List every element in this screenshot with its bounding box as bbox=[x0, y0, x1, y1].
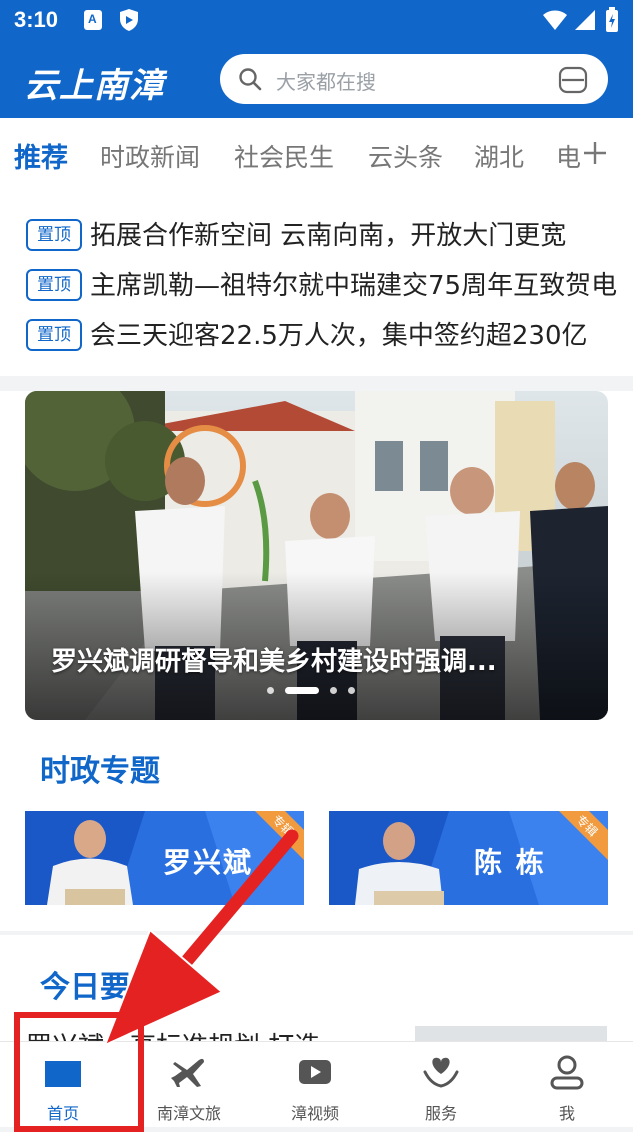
topic-name: 罗兴斌 bbox=[163, 846, 254, 879]
app-notification-icon: A bbox=[84, 10, 102, 30]
section-title-today: 今日要闻 bbox=[40, 970, 160, 1005]
status-time: 3:10 bbox=[14, 7, 59, 32]
pinned-list: 置顶 拓展合作新空间 云南向南，开放大门更宽 置顶 主席凯勒—祖特尔就中瑞建交7… bbox=[0, 188, 633, 376]
search-icon bbox=[238, 67, 262, 95]
news-carousel[interactable]: 罗兴斌调研督导和美乡村建设时强调... bbox=[25, 391, 608, 720]
channel-tabs: 推荐 时政新闻 社会民生 云头条 湖北 电 bbox=[0, 118, 633, 188]
carousel-caption: 罗兴斌调研督导和美乡村建设时强调... bbox=[51, 647, 497, 677]
pinned-title: 会三天迎客22.5万人次，集中签约超230亿 bbox=[90, 321, 588, 351]
user-icon bbox=[547, 1054, 587, 1090]
heart-hand-icon bbox=[421, 1054, 461, 1090]
carousel-dot bbox=[348, 687, 355, 694]
shield-icon bbox=[118, 8, 140, 36]
nav-video[interactable]: 漳视频 bbox=[252, 1042, 378, 1127]
pinned-badge: 置顶 bbox=[26, 219, 82, 251]
add-channel-icon[interactable] bbox=[582, 140, 608, 170]
topic-card[interactable]: 罗兴斌 专辑 bbox=[25, 811, 304, 905]
topic-card[interactable]: 陈 栋 专辑 bbox=[329, 811, 608, 905]
tab-livelihood[interactable]: 社会民生 bbox=[234, 138, 334, 174]
nav-label: 服务 bbox=[424, 1104, 457, 1123]
search-bar[interactable]: 大家都在搜 bbox=[220, 54, 608, 104]
nav-travel[interactable]: 南漳文旅 bbox=[126, 1042, 252, 1127]
annotation-highlight-box bbox=[14, 1012, 144, 1132]
carousel-dot bbox=[330, 687, 337, 694]
nav-label: 漳视频 bbox=[290, 1104, 339, 1123]
pinned-title: 主席凯勒—祖特尔就中瑞建交75周年互致贺电 bbox=[90, 271, 618, 301]
pinned-item[interactable]: 置顶 拓展合作新空间 云南向南，开放大门更宽 bbox=[0, 216, 633, 256]
section-title-politics: 时政专题 bbox=[40, 754, 160, 789]
pinned-title: 拓展合作新空间 云南向南，开放大门更宽 bbox=[90, 221, 567, 251]
pinned-item[interactable]: 置顶 会三天迎客22.5万人次，集中签约超230亿 bbox=[0, 316, 633, 356]
carousel-dot-active bbox=[285, 687, 319, 694]
pinned-badge: 置顶 bbox=[26, 319, 82, 351]
scan-icon[interactable] bbox=[558, 66, 588, 98]
nav-label: 我 bbox=[558, 1104, 575, 1123]
carousel-dot bbox=[267, 687, 274, 694]
tab-hubei[interactable]: 湖北 bbox=[474, 138, 524, 174]
plane-icon bbox=[169, 1054, 209, 1090]
video-play-icon bbox=[295, 1054, 335, 1090]
nav-me[interactable]: 我 bbox=[504, 1042, 630, 1127]
topic-name: 陈 栋 bbox=[474, 846, 546, 879]
search-placeholder: 大家都在搜 bbox=[276, 70, 376, 94]
signal-icon bbox=[574, 9, 596, 35]
tab-politics[interactable]: 时政新闻 bbox=[100, 138, 200, 174]
app-logo: 云上南漳 bbox=[24, 66, 164, 106]
wifi-icon bbox=[542, 9, 568, 35]
topic-banner-image bbox=[329, 811, 608, 905]
nav-label: 南漳文旅 bbox=[156, 1104, 221, 1123]
pinned-item[interactable]: 置顶 主席凯勒—祖特尔就中瑞建交75周年互致贺电 bbox=[0, 266, 633, 306]
tab-headlines[interactable]: 云头条 bbox=[368, 138, 443, 174]
battery-icon bbox=[605, 7, 619, 37]
pinned-badge: 置顶 bbox=[26, 269, 82, 301]
nav-service[interactable]: 服务 bbox=[378, 1042, 504, 1127]
tab-recommend[interactable]: 推荐 bbox=[14, 136, 68, 175]
tab-partial[interactable]: 电 bbox=[556, 138, 580, 174]
